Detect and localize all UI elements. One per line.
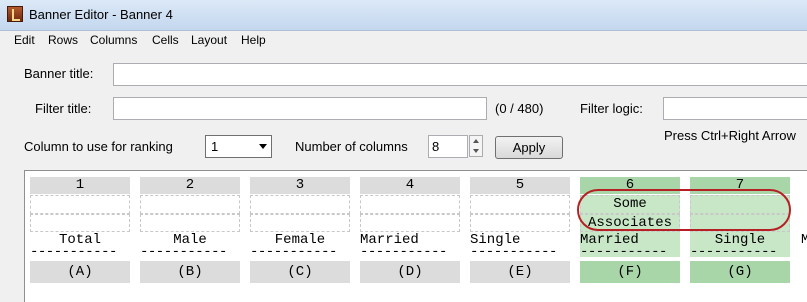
filter-title-label: Filter title: [35, 101, 92, 116]
menu-edit[interactable]: Edit [14, 33, 35, 47]
column-title-line2[interactable] [30, 214, 130, 232]
column-underline: ----------- [690, 247, 790, 257]
column-letter: (A) [30, 261, 130, 283]
column-underline: ----------- [140, 247, 227, 257]
partial-column-name: M [801, 232, 807, 248]
ranking-value: 1 [211, 139, 219, 154]
num-columns-label: Number of columns [295, 139, 408, 154]
column-number: 5 [470, 177, 570, 194]
column-title-line1[interactable] [140, 195, 240, 214]
annotation-oval [577, 189, 791, 231]
title-bar: Banner Editor - Banner 4 [0, 0, 807, 31]
column-title-line1[interactable] [470, 195, 570, 214]
column-letter: (C) [250, 261, 350, 283]
banner-title-label: Banner title: [24, 66, 94, 81]
app-icon [7, 6, 23, 22]
spin-down-icon[interactable] [470, 146, 482, 156]
char-count: (0 / 480) [495, 101, 544, 116]
column-underline: ----------- [30, 247, 117, 257]
apply-button[interactable]: Apply [495, 136, 563, 159]
menu-help[interactable]: Help [241, 33, 266, 47]
banner-column[interactable]: 2 Male ----------- (B) [140, 177, 240, 285]
banner-column[interactable]: 5 Single ----------- (E) [470, 177, 570, 285]
banner-title-input[interactable] [113, 63, 807, 86]
column-title-line2[interactable] [470, 214, 570, 232]
column-number: 1 [30, 177, 130, 194]
ranking-select[interactable]: 1 [205, 135, 272, 158]
banner-column[interactable]: 3 Female ----------- (C) [250, 177, 350, 285]
column-number: 3 [250, 177, 350, 194]
banner-column[interactable]: 4 Married ----------- (D) [360, 177, 460, 285]
num-columns-input[interactable]: 8 [428, 135, 468, 158]
menu-cells[interactable]: Cells [152, 33, 179, 47]
menu-bar: Edit Rows Columns Cells Layout Help [0, 31, 807, 51]
column-letter: (E) [470, 261, 570, 283]
column-title-line2[interactable] [140, 214, 240, 232]
menu-layout[interactable]: Layout [191, 33, 227, 47]
column-underline: ----------- [580, 247, 680, 257]
column-underline: ----------- [470, 247, 557, 257]
column-letter: (D) [360, 261, 460, 283]
banner-grid: 1 Total ----------- (A) 2 Male ----------- (B) 3… [24, 170, 807, 302]
column-letter: (G) [690, 261, 790, 283]
filter-logic-label: Filter logic: [580, 101, 643, 116]
menu-columns[interactable]: Columns [90, 33, 137, 47]
spin-up-icon[interactable] [470, 136, 482, 146]
ranking-label: Column to use for ranking [24, 139, 173, 154]
banner-column[interactable]: 1 Total ----------- (A) [30, 177, 130, 285]
column-title-line2[interactable] [250, 214, 350, 232]
filter-logic-input[interactable] [663, 97, 807, 120]
hint-text: Press Ctrl+Right Arrow [664, 128, 796, 143]
column-number: 2 [140, 177, 240, 194]
column-title-line1[interactable] [360, 195, 460, 214]
menu-rows[interactable]: Rows [48, 33, 78, 47]
num-columns-value: 8 [432, 139, 440, 154]
filter-title-input[interactable] [113, 97, 487, 120]
column-underline: ----------- [360, 247, 447, 257]
column-letter: (F) [580, 261, 680, 283]
column-number: 4 [360, 177, 460, 194]
window-title: Banner Editor - Banner 4 [29, 7, 173, 22]
column-title-line1[interactable] [250, 195, 350, 214]
column-underline: ----------- [250, 247, 337, 257]
column-title-line1[interactable] [30, 195, 130, 214]
column-title-line2[interactable] [360, 214, 460, 232]
chevron-down-icon [259, 144, 267, 149]
num-columns-stepper[interactable] [469, 135, 483, 157]
column-letter: (B) [140, 261, 240, 283]
